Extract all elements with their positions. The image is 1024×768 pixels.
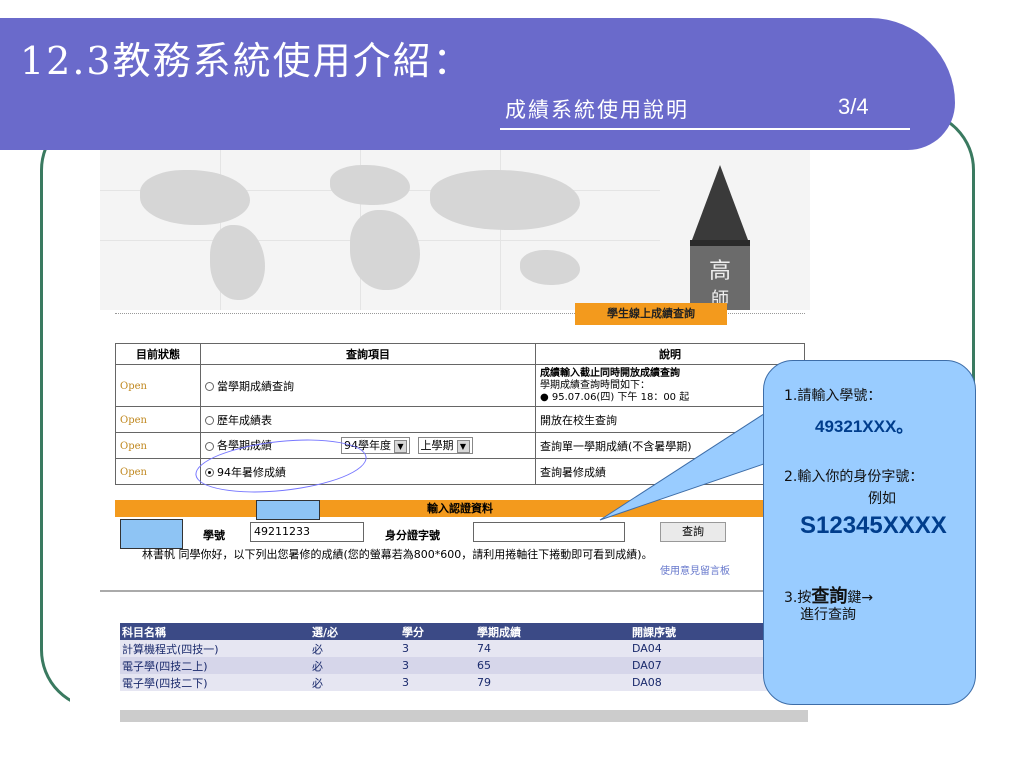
term-value: 上學期 <box>420 439 454 452</box>
section-separator <box>100 590 810 592</box>
course-credit: 3 <box>400 640 475 657</box>
course-name: 計算機程式(四技一) <box>120 640 310 657</box>
item-label: 歷年成績表 <box>217 413 272 427</box>
status-open: Open <box>120 415 147 426</box>
grades-col-course: 科目名稱 <box>120 623 310 640</box>
table-row: Open 歷年成績表 開放在校生查詢 <box>115 406 805 433</box>
step2-text: 2.輸入你的身份字號： <box>784 469 924 485</box>
auth-bar: 輸入認證資料 <box>115 500 805 517</box>
step2-example: 例如 <box>868 491 896 507</box>
course-score: 74 <box>475 640 630 657</box>
course-credit: 3 <box>400 657 475 674</box>
slide-subtitle: 成績系統使用說明 <box>505 98 689 122</box>
item-label: 當學期成績查詢 <box>217 379 294 393</box>
status-open: Open <box>120 381 147 392</box>
notice-text: 林書帆 同學你好，以下列出您暑修的成績(您的螢幕若為800*600，請利用捲軸往… <box>142 548 653 561</box>
course-name: 電子學(四技二下) <box>120 674 310 691</box>
radio-current-term[interactable] <box>205 382 214 391</box>
auth-row: 學號 49211233 身分證字號 查詢 <box>115 522 805 546</box>
course-type: 必 <box>310 657 400 674</box>
student-id-label: 學號 <box>203 529 225 542</box>
course-score: 65 <box>475 657 630 674</box>
course-type: 必 <box>310 640 400 657</box>
student-id-input[interactable]: 49211233 <box>250 522 364 542</box>
table-row: 計算機程式(四技一) 必 3 74 DA04 <box>120 640 808 657</box>
grade-system-screenshot: 高 師 學生線上成績查詢 目前狀態 查詢項目 說明 Open 當學期成績查詢 成… <box>100 150 810 725</box>
table-row: 電子學(四技二下) 必 3 79 DA08 <box>120 674 808 691</box>
col-status: 目前狀態 <box>115 343 201 365</box>
student-query-tag: 學生線上成績查詢 <box>575 303 727 325</box>
world-map-australia <box>520 250 580 285</box>
world-map-africa <box>350 210 420 290</box>
term-select[interactable]: 上學期 ▼ <box>417 437 473 454</box>
slide-title: 12.3教務系統使用介紹： <box>20 39 473 83</box>
chevron-down-icon: ▼ <box>456 439 470 453</box>
desc-bold: 成績輸入截止同時開放成績查詢 <box>540 367 680 379</box>
col-item: 查詢項目 <box>200 343 536 365</box>
grades-footer <box>120 710 808 722</box>
step1-value: 49321XXX。 <box>815 417 914 436</box>
course-name: 電子學(四技二上) <box>120 657 310 674</box>
banner-image: 高 師 <box>100 150 810 310</box>
step3-next: 進行查詢 <box>800 607 856 623</box>
grades-table: 科目名稱 選/必 學分 學期成績 開課序號 計算機程式(四技一) 必 3 74 … <box>120 623 808 691</box>
course-credit: 3 <box>400 674 475 691</box>
desc-line: ● 95.07.06(四) 下午 18：00 起 <box>540 391 690 403</box>
col-desc: 說明 <box>535 343 805 365</box>
tower-image: 高 師 <box>690 165 750 310</box>
status-open: Open <box>120 467 147 478</box>
query-button[interactable]: 查詢 <box>660 522 726 542</box>
world-map-americas <box>140 170 250 225</box>
subtitle-underline <box>500 128 910 130</box>
radio-history[interactable] <box>205 416 214 425</box>
tower-char-1: 高 <box>709 259 731 284</box>
radio-each-term[interactable] <box>205 441 214 451</box>
highlight-box <box>256 500 320 520</box>
desc-line: 學期成績查詢時間如下： <box>540 379 650 391</box>
table-row: Open 當學期成績查詢 成績輸入截止同時開放成績查詢 學期成績查詢時間如下： … <box>115 364 805 407</box>
id-number-input[interactable] <box>473 522 625 542</box>
name-redaction-box <box>120 519 183 549</box>
table-row: 電子學(四技二上) 必 3 65 DA07 <box>120 657 808 674</box>
world-map-europe <box>330 165 410 205</box>
step2-value: S12345XXXX <box>800 512 947 539</box>
grades-col-type: 選/必 <box>310 623 400 640</box>
feedback-link[interactable]: 使用意見留言板 <box>660 562 730 577</box>
course-score: 79 <box>475 674 630 691</box>
id-number-label: 身分證字號 <box>385 529 440 542</box>
world-map-asia <box>430 170 580 230</box>
chevron-down-icon: ▼ <box>394 439 407 453</box>
slide-page-number: 3/4 <box>838 94 869 119</box>
world-map-south-america <box>210 225 265 300</box>
grades-col-score: 學期成績 <box>475 623 630 640</box>
step1-text: 1.請輸入學號： <box>784 388 882 404</box>
grades-col-credit: 學分 <box>400 623 475 640</box>
status-open: Open <box>120 441 147 452</box>
course-type: 必 <box>310 674 400 691</box>
